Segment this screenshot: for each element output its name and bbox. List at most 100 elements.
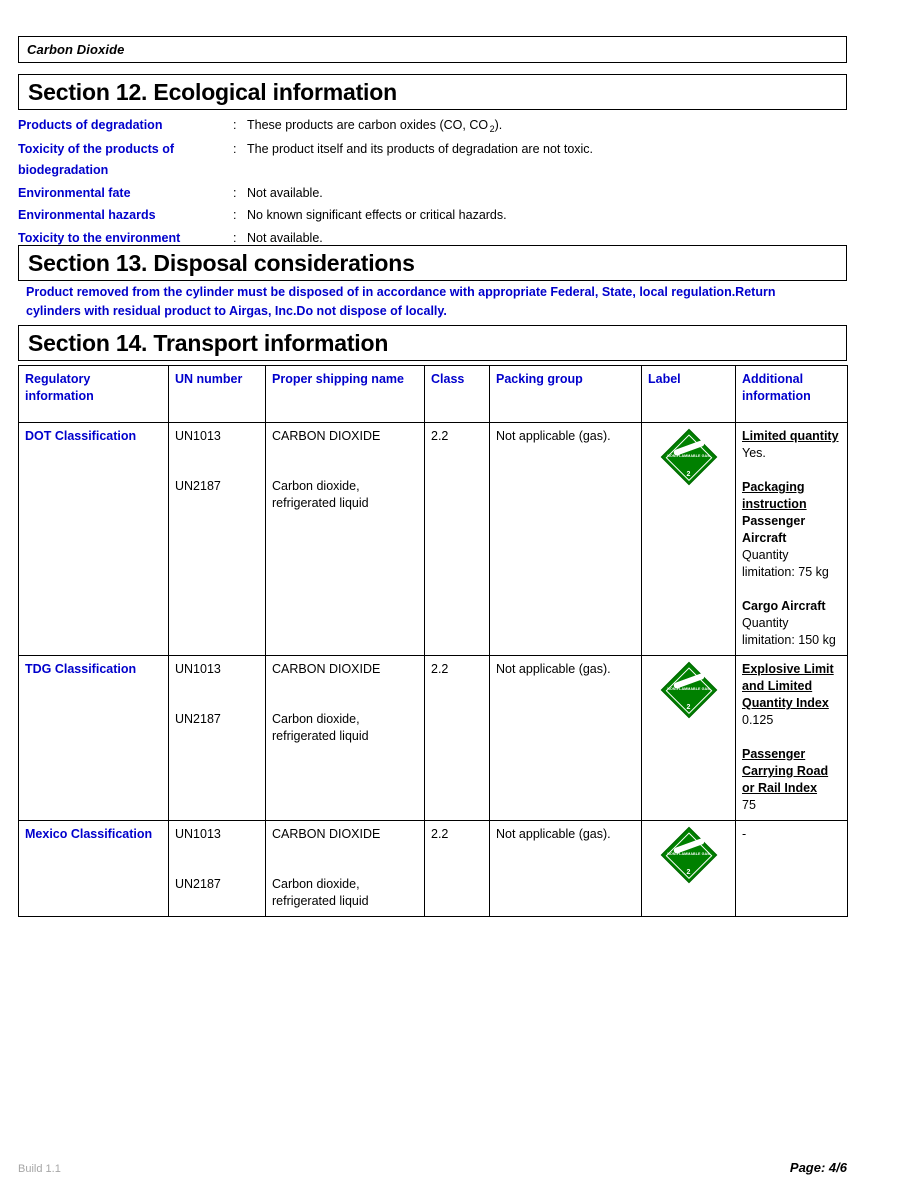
shipping-name-primary: CARBON DIOXIDE — [272, 827, 381, 841]
section-12-title: Section 12. Ecological information — [28, 78, 397, 105]
table-row: DOT Classification UN1013 UN2187 CARBON … — [18, 422, 848, 656]
table-row: TDG Classification UN1013 UN2187 CARBON … — [18, 655, 848, 821]
field-value-subscript: 2 — [489, 124, 495, 134]
cell-regulatory-information: TDG Classification — [18, 655, 169, 821]
un-number-secondary: UN2187 — [175, 712, 221, 726]
cell-hazard-label: NON-FLAMMABLE GAS 2 — [641, 422, 736, 656]
field-row-environmental-fate: Environmental fate : Not available. — [18, 183, 847, 205]
table-header-row: Regulatory information UN number Proper … — [18, 365, 848, 423]
field-row-products-of-degradation: Products of degradation : These products… — [18, 115, 847, 138]
cell-proper-shipping-name: CARBON DIOXIDE Carbon dioxide, refrigera… — [265, 422, 425, 656]
section-12-header: Section 12. Ecological information — [18, 74, 847, 110]
additional-value: 0.125 — [742, 713, 774, 727]
cell-additional-information: Explosive Limit and Limited Quantity Ind… — [735, 655, 848, 821]
additional-heading: Limited quantity — [742, 429, 839, 443]
cell-un-number: UN1013 UN2187 — [168, 655, 266, 821]
field-label: Toxicity of the products of biodegradati… — [18, 141, 175, 178]
regulation-name: TDG Classification — [25, 662, 137, 676]
un-number-secondary: UN2187 — [175, 877, 221, 891]
shipping-name-secondary: Carbon dioxide, refrigerated liquid — [272, 712, 369, 743]
non-flammable-gas-diamond-icon: NON-FLAMMABLE GAS 2 — [660, 826, 717, 884]
additional-block: Limited quantity Yes. — [742, 428, 841, 462]
section-14-title: Section 14. Transport information — [28, 329, 389, 356]
transport-information-table: Regulatory information UN number Proper … — [18, 365, 848, 917]
cell-packing-group: Not applicable (gas). — [489, 820, 642, 917]
cell-hazard-label: NON-FLAMMABLE GAS 2 — [641, 820, 736, 917]
hazard-label-text: NON-FLAMMABLE GAS — [667, 454, 710, 458]
cell-un-number: UN1013 UN2187 — [168, 820, 266, 917]
additional-block: Explosive Limit and Limited Quantity Ind… — [742, 661, 841, 729]
additional-block: Packaging instruction Passenger Aircraft… — [742, 479, 841, 581]
regulation-name: DOT Classification — [25, 429, 137, 443]
field-value-prefix: These products are carbon oxides (CO, CO — [247, 118, 489, 132]
sds-page: Carbon Dioxide Section 12. Ecological in… — [0, 0, 920, 1191]
field-row-toxicity-of-products-of-biodegradation: Toxicity of the products of biodegradati… — [18, 139, 847, 182]
disposal-considerations-text: Product removed from the cylinder must b… — [26, 285, 776, 318]
non-flammable-gas-diamond-icon: NON-FLAMMABLE GAS 2 — [660, 428, 717, 486]
hazard-class-number: 2 — [686, 869, 691, 876]
hazard-class-number: 2 — [686, 704, 691, 711]
product-title-bar: Carbon Dioxide — [18, 36, 847, 63]
footer-page-number: Page: 4/6 — [789, 1160, 847, 1175]
un-number-primary: UN1013 — [175, 429, 221, 443]
additional-value: Quantity limitation: 75 kg — [742, 548, 829, 579]
additional-value: 75 — [742, 798, 756, 812]
cell-class: 2.2 — [424, 820, 490, 917]
additional-value: Quantity limitation: 150 kg — [742, 616, 836, 647]
column-header-packing-group: Packing group — [489, 365, 642, 423]
section-13-title: Section 13. Disposal considerations — [28, 249, 415, 276]
field-label: Environmental hazards — [18, 208, 156, 222]
section-14-header: Section 14. Transport information — [18, 325, 847, 361]
cell-regulatory-information: DOT Classification — [18, 422, 169, 656]
field-colon: : — [233, 118, 237, 132]
cell-class: 2.2 — [424, 422, 490, 656]
un-number-primary: UN1013 — [175, 827, 221, 841]
shipping-name-secondary: Carbon dioxide, refrigerated liquid — [272, 877, 369, 908]
field-value: Not available. — [247, 185, 323, 200]
cell-additional-information: - — [735, 820, 848, 917]
field-label: Environmental fate — [18, 185, 131, 200]
column-header-class: Class — [424, 365, 490, 423]
additional-value: Yes. — [742, 446, 766, 460]
cell-proper-shipping-name: CARBON DIOXIDE Carbon dioxide, refrigera… — [265, 820, 425, 917]
field-row-environmental-hazards: Environmental hazards : No known signifi… — [18, 205, 847, 227]
field-value: No known significant effects or critical… — [247, 208, 507, 222]
hazard-class-number: 2 — [686, 471, 691, 478]
column-header-un-number: UN number — [168, 365, 266, 423]
field-label: Products of degradation — [18, 118, 163, 132]
field-value: The product itself and its products of d… — [247, 141, 594, 156]
footer-build-version: Build 1.1 — [18, 1163, 61, 1175]
field-colon: : — [233, 141, 237, 156]
product-name: Carbon Dioxide — [27, 42, 125, 57]
additional-heading: Explosive Limit and Limited Quantity Ind… — [742, 662, 834, 710]
field-value-suffix: ). — [494, 118, 503, 132]
shipping-name-secondary: Carbon dioxide, refrigerated liquid — [272, 479, 369, 510]
regulation-name: Mexico Classification — [25, 827, 153, 841]
additional-block: Passenger Carrying Road or Rail Index 75 — [742, 746, 841, 814]
non-flammable-gas-diamond-icon: NON-FLAMMABLE GAS 2 — [660, 661, 717, 719]
cell-un-number: UN1013 UN2187 — [168, 422, 266, 656]
shipping-name-primary: CARBON DIOXIDE — [272, 662, 381, 676]
section-12-field-list: Products of degradation : These products… — [18, 115, 847, 250]
field-value: These products are carbon oxides (CO, CO… — [247, 115, 847, 138]
cell-regulatory-information: Mexico Classification — [18, 820, 169, 917]
cell-proper-shipping-name: CARBON DIOXIDE Carbon dioxide, refrigera… — [265, 655, 425, 821]
field-colon: : — [233, 208, 237, 222]
additional-subheading: Passenger Aircraft — [742, 514, 806, 545]
additional-heading: Passenger Carrying Road or Rail Index — [742, 747, 829, 795]
additional-heading: Packaging instruction — [742, 480, 807, 511]
column-header-regulatory-information: Regulatory information — [18, 365, 169, 423]
hazard-label-text: NON-FLAMMABLE GAS — [667, 687, 710, 691]
cell-additional-information: Limited quantity Yes. Packaging instruct… — [735, 422, 848, 656]
column-header-proper-shipping-name: Proper shipping name — [265, 365, 425, 423]
hazard-label-text: NON-FLAMMABLE GAS — [667, 852, 710, 856]
additional-subheading: Cargo Aircraft — [742, 599, 826, 613]
cell-packing-group: Not applicable (gas). — [489, 655, 642, 821]
cell-class: 2.2 — [424, 655, 490, 821]
